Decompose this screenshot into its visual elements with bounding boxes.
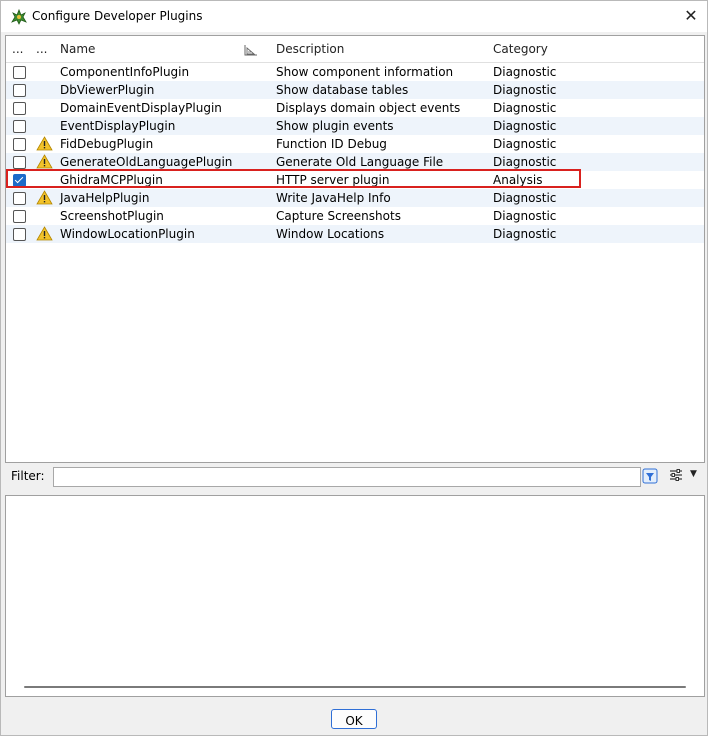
plugin-checkbox[interactable] [13, 210, 26, 223]
plugin-checkbox[interactable] [13, 84, 26, 97]
plugin-name: EventDisplayPlugin [60, 119, 176, 133]
table-row[interactable]: WindowLocationPlugin Window Locations Diag… [6, 225, 704, 243]
plugin-name: DbViewerPlugin [60, 83, 155, 97]
plugin-checkbox[interactable] [13, 120, 26, 133]
plugin-name: WindowLocationPlugin [60, 227, 195, 241]
plugin-name: DomainEventDisplayPlugin [60, 101, 222, 115]
plugin-category: Diagnostic [493, 191, 557, 205]
plugin-category: Diagnostic [493, 119, 557, 133]
plugin-category: Diagnostic [493, 101, 557, 115]
plugin-checkbox[interactable] [13, 192, 26, 205]
plugin-table: ... ... Name Description Category Compon… [5, 35, 705, 463]
column-header-name[interactable]: Name [60, 42, 95, 56]
column-header-loaded[interactable]: ... [12, 42, 23, 56]
plugin-description: Show database tables [276, 83, 409, 97]
table-row[interactable]: GhidraMCPPlugin HTTP server plugin Analysi… [6, 171, 704, 189]
plugin-checkbox[interactable] [13, 174, 26, 187]
close-button[interactable]: ✕ [679, 5, 703, 27]
warning-icon [36, 226, 53, 241]
column-header-status[interactable]: ... [36, 42, 47, 56]
plugin-name: JavaHelpPlugin [60, 191, 150, 205]
title-bar: Configure Developer Plugins ✕ [1, 1, 707, 32]
plugin-name: GenerateOldLanguagePlugin [60, 155, 233, 169]
plugin-checkbox[interactable] [13, 138, 26, 151]
table-body: ComponentInfoPlugin Show component inform… [6, 63, 704, 243]
table-row[interactable]: GenerateOldLanguagePlugin Generate Old La… [6, 153, 704, 171]
table-row[interactable]: DbViewerPlugin Show database tables Diagno… [6, 81, 704, 99]
plugin-name: ScreenshotPlugin [60, 209, 164, 223]
table-row[interactable]: DomainEventDisplayPlugin Displays domain … [6, 99, 704, 117]
close-icon: ✕ [684, 6, 698, 25]
warning-icon [36, 190, 53, 205]
table-row[interactable]: ScreenshotPlugin Capture Screenshots Diagn… [6, 207, 704, 225]
filter-bar: Filter: ▼ [5, 463, 705, 491]
plugin-name: FidDebugPlugin [60, 137, 154, 151]
table-row[interactable]: JavaHelpPlugin Write JavaHelp Info Diagnos… [6, 189, 704, 207]
plugin-description: Function ID Debug [276, 137, 387, 151]
filter-label: Filter: [11, 469, 45, 483]
table-row[interactable]: FidDebugPlugin Function ID Debug Diagnosti… [6, 135, 704, 153]
plugin-checkbox[interactable] [13, 228, 26, 241]
table-row[interactable]: ComponentInfoPlugin Show component inform… [6, 63, 704, 81]
plugin-category: Diagnostic [493, 65, 557, 79]
table-row[interactable]: EventDisplayPlugin Show plugin events Diag… [6, 117, 704, 135]
plugin-checkbox[interactable] [13, 66, 26, 79]
plugin-name: ComponentInfoPlugin [60, 65, 190, 79]
warning-icon [36, 136, 53, 151]
window-title: Configure Developer Plugins [32, 9, 203, 23]
ok-button[interactable]: OK [331, 709, 377, 729]
filter-input[interactable] [53, 467, 641, 487]
table-header: ... ... Name Description Category [6, 36, 704, 63]
dialog-window: Configure Developer Plugins ✕ ... ... Na… [0, 0, 708, 736]
plugin-description: Show component information [276, 65, 454, 79]
plugin-description: Generate Old Language File [276, 155, 444, 169]
column-header-category[interactable]: Category [493, 42, 548, 56]
column-header-description[interactable]: Description [276, 42, 344, 56]
filter-clear-icon[interactable] [642, 468, 658, 484]
plugin-description: Capture Screenshots [276, 209, 401, 223]
plugin-category: Diagnostic [493, 155, 557, 169]
plugin-category: Diagnostic [493, 209, 557, 223]
plugin-details-panel [5, 495, 705, 697]
plugin-description: Show plugin events [276, 119, 394, 133]
plugin-checkbox[interactable] [13, 102, 26, 115]
plugin-description: Window Locations [276, 227, 385, 241]
sort-icon[interactable] [244, 44, 258, 56]
plugin-description: Write JavaHelp Info [276, 191, 391, 205]
plugin-category: Diagnostic [493, 227, 557, 241]
horizontal-scrollbar[interactable] [24, 686, 686, 688]
filter-options-icon[interactable] [669, 468, 683, 482]
plugin-category: Diagnostic [493, 83, 557, 97]
warning-icon [36, 154, 53, 169]
plugin-description: HTTP server plugin [276, 173, 390, 187]
plugin-category: Analysis [493, 173, 543, 187]
dragon-app-icon [11, 8, 27, 25]
plugin-description: Displays domain object events [276, 101, 461, 115]
plugin-category: Diagnostic [493, 137, 557, 151]
plugin-name: GhidraMCPPlugin [60, 173, 163, 187]
plugin-checkbox[interactable] [13, 156, 26, 169]
chevron-down-icon[interactable]: ▼ [690, 469, 697, 479]
